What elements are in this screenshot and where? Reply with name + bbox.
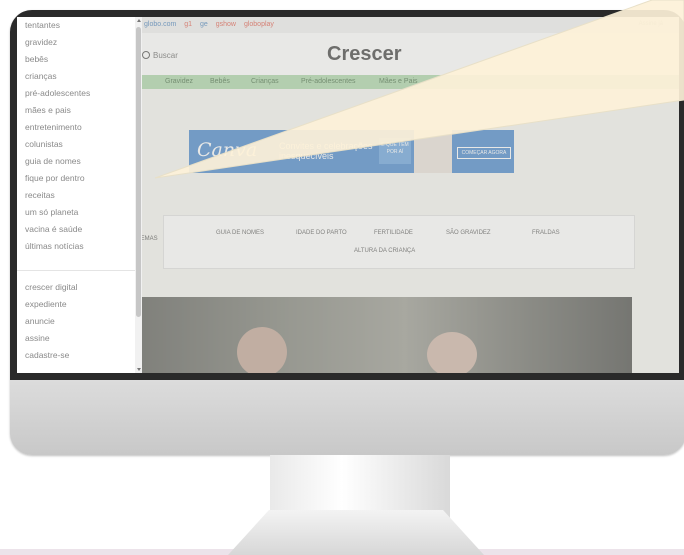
menu-item[interactable]: anuncie xyxy=(25,316,55,326)
menu-scrollbar[interactable] xyxy=(135,17,142,373)
menu-item[interactable]: pré-adolescentes xyxy=(25,88,90,98)
menu-item[interactable]: entretenimento xyxy=(25,122,82,132)
menu-item[interactable]: últimas notícias xyxy=(25,241,84,251)
menu-item[interactable]: crianças xyxy=(25,71,57,81)
scrollbar-thumb[interactable] xyxy=(136,27,141,317)
monitor-stand-base xyxy=(228,510,484,555)
menu-item[interactable]: crescer digital xyxy=(25,282,77,292)
menu-item[interactable]: tentantes xyxy=(25,20,60,30)
menu-item[interactable]: colunistas xyxy=(25,139,63,149)
menu-item[interactable]: fique por dentro xyxy=(25,173,85,183)
scroll-up-arrow-icon[interactable] xyxy=(137,19,141,22)
menu-divider xyxy=(17,270,135,271)
menu-item[interactable]: expediente xyxy=(25,299,67,309)
monitor-screen: globo.com g1 ge gshow globoplay Assine j… xyxy=(17,17,679,373)
side-menu: tentantes gravidez bebês crianças pré-ad… xyxy=(17,17,136,373)
menu-item[interactable]: assine xyxy=(25,333,50,343)
menu-item[interactable]: cadastre-se xyxy=(25,350,69,360)
menu-item[interactable]: mães e pais xyxy=(25,105,71,115)
menu-item[interactable]: um só planeta xyxy=(25,207,78,217)
monitor-chin xyxy=(10,380,684,455)
scroll-down-arrow-icon[interactable] xyxy=(137,368,141,371)
menu-item[interactable]: bebês xyxy=(25,54,48,64)
menu-item[interactable]: receitas xyxy=(25,190,55,200)
menu-item[interactable]: vacina é saúde xyxy=(25,224,82,234)
menu-item[interactable]: gravidez xyxy=(25,37,57,47)
menu-item[interactable]: guia de nomes xyxy=(25,156,81,166)
